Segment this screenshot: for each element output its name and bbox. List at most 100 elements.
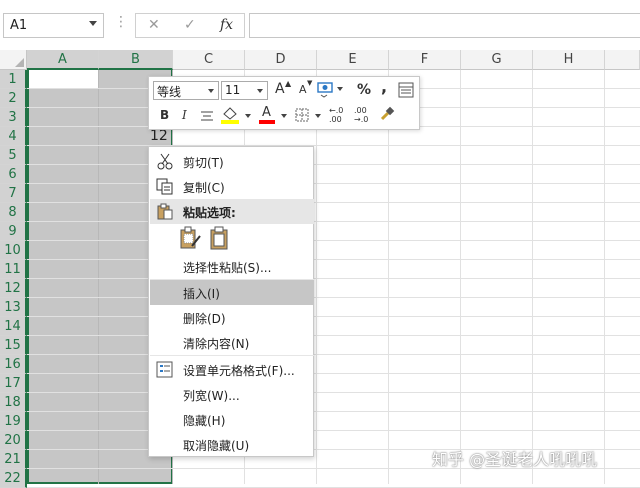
row-header-10[interactable]: 10 [0,241,27,260]
row-header-20[interactable]: 20 [0,431,27,450]
row-header-11[interactable]: 11 [0,260,27,279]
row-header-1[interactable]: 1 [0,70,27,89]
menu-item-column-width[interactable]: 列宽(W)... [150,382,314,407]
shrink-font-arrow-icon: ▼ [307,79,313,87]
grid-horizontal-line [27,183,640,184]
column-header-a[interactable]: A [27,50,99,70]
name-box[interactable]: A1 [3,13,104,38]
format-table-icon[interactable] [398,82,414,98]
row-header-13[interactable]: 13 [0,298,27,317]
font-color-swatch [259,120,275,124]
row-header-9[interactable]: 9 [0,222,27,241]
bold-button[interactable]: B [160,108,169,122]
row-header-22[interactable]: 22 [0,469,27,488]
row-header-18[interactable]: 18 [0,393,27,412]
menu-item-unhide[interactable]: 取消隐藏(U) [150,432,314,457]
comma-style-button[interactable]: , [381,77,387,96]
font-name-dropdown[interactable]: 等线 [153,81,219,100]
chevron-down-icon[interactable] [337,87,343,91]
column-header-f[interactable]: F [389,50,461,70]
chevron-down-icon[interactable] [281,114,287,118]
menu-item-hide[interactable]: 隐藏(H) [150,407,314,432]
chevron-down-icon[interactable] [89,21,97,26]
row-header-4[interactable]: 4 [0,127,27,146]
grid-horizontal-line [27,164,640,165]
menu-item-cut[interactable]: 剪切(T) [150,149,314,174]
grid-horizontal-line [27,373,640,374]
fill-color-icon[interactable] [221,105,239,125]
font-color-button[interactable]: A [259,105,275,125]
column-header-g[interactable]: G [461,50,533,70]
chevron-down-icon[interactable] [315,114,321,118]
shrink-font-button[interactable]: A [299,83,307,96]
cancel-icon[interactable]: ✕ [148,17,160,33]
align-center-icon[interactable] [199,110,215,122]
column-header-b[interactable]: B [99,50,173,70]
drag-handle-icon[interactable]: ⋮ [114,14,128,30]
context-menu: 剪切(T) 复制(C) 粘贴选项: 选择性粘贴(S)... 插入(I) 删除(D… [148,146,314,457]
column-header-d[interactable]: D [245,50,317,70]
grid-vertical-line [98,70,99,484]
chevron-down-icon[interactable] [245,114,251,118]
italic-button[interactable]: I [182,108,187,122]
borders-icon[interactable] [295,108,309,122]
percent-style-button[interactable]: % [357,82,371,98]
row-header-17[interactable]: 17 [0,374,27,393]
cell-b4-value[interactable]: 12 [150,128,168,144]
scissors-icon [157,153,173,170]
row-header-12[interactable]: 12 [0,279,27,298]
chevron-down-icon[interactable] [257,89,263,93]
paste-options-label: 粘贴选项: [183,206,236,220]
row-header-6[interactable]: 6 [0,165,27,184]
row-header-2[interactable]: 2 [0,89,27,108]
enter-icon[interactable]: ✓ [184,17,196,33]
format-painter-icon[interactable] [379,106,395,122]
menu-section-paste-options: 粘贴选项: [150,199,314,224]
currency-format-icon[interactable] [317,81,335,98]
grid-horizontal-line [27,259,640,260]
font-size-dropdown[interactable]: 11 [221,81,268,100]
paste-formatting-icon[interactable] [179,226,201,250]
formula-input[interactable] [249,13,640,38]
active-cell-a1[interactable] [29,70,99,88]
select-all-triangle-icon [15,58,24,67]
menu-item-paste-special[interactable]: 选择性粘贴(S)... [150,254,314,279]
menu-item-delete-label: 删除(D) [183,312,226,326]
format-cells-icon [156,361,173,378]
menu-item-delete[interactable]: 删除(D) [150,305,314,330]
grid-vertical-line [388,70,389,484]
menu-item-format-cells-label: 设置单元格格式(F)... [183,364,295,378]
font-name-value: 等线 [157,85,182,99]
increase-decimal-button[interactable]: .00 →.0 [354,106,368,124]
select-all-button[interactable] [0,50,27,70]
paste-option-buttons [179,226,235,252]
grid-horizontal-line [27,221,640,222]
row-header-15[interactable]: 15 [0,336,27,355]
row-header-21[interactable]: 21 [0,450,27,469]
menu-item-clear-contents[interactable]: 清除内容(N) [150,330,314,355]
menu-item-insert[interactable]: 插入(I) [150,280,314,305]
grid-horizontal-line [27,297,640,298]
grow-font-button[interactable]: A [275,81,285,97]
column-header-e[interactable]: E [317,50,389,70]
insert-function-icon[interactable]: fx [220,17,233,33]
watermark: 知乎 @圣诞老人吼吼吼 [432,450,598,469]
row-header-3[interactable]: 3 [0,108,27,127]
grid-horizontal-line [27,411,640,412]
row-header-7[interactable]: 7 [0,184,27,203]
row-header-16[interactable]: 16 [0,355,27,374]
chevron-down-icon[interactable] [208,89,214,93]
row-header-5[interactable]: 5 [0,146,27,165]
grow-font-arrow-icon: ▲ [285,79,292,88]
column-header-h[interactable]: H [533,50,605,70]
row-header-19[interactable]: 19 [0,412,27,431]
menu-item-copy[interactable]: 复制(C) [150,174,314,199]
row-header-14[interactable]: 14 [0,317,27,336]
name-box-value: A1 [10,18,28,33]
paste-icon[interactable] [209,226,231,250]
menu-item-column-width-label: 列宽(W)... [183,389,240,403]
column-header-c[interactable]: C [173,50,245,70]
decrease-decimal-button[interactable]: ←.0 .00 [329,106,343,124]
menu-item-format-cells[interactable]: 设置单元格格式(F)... [150,357,314,382]
row-header-8[interactable]: 8 [0,203,27,222]
